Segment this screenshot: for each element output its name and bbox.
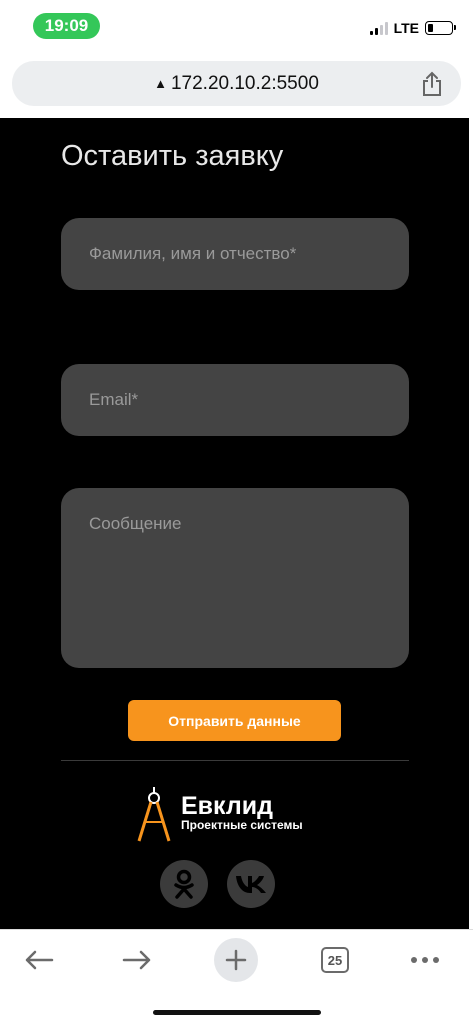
new-tab-button[interactable] <box>214 938 258 982</box>
status-time: 19:09 <box>33 13 100 39</box>
forward-button[interactable] <box>120 942 154 978</box>
browser-toolbar: 25 <box>0 929 473 1024</box>
warning-icon: ▲ <box>154 76 167 91</box>
odnoklassniki-button[interactable] <box>160 860 208 908</box>
vk-icon <box>236 876 266 893</box>
vk-button[interactable] <box>227 860 275 908</box>
compass-logo-icon <box>137 787 171 842</box>
share-icon[interactable] <box>421 71 443 97</box>
back-button[interactable] <box>22 942 56 978</box>
page-content: Оставить заявку Фамилия, имя и отчество*… <box>0 118 469 929</box>
submit-button[interactable]: Отправить данные <box>128 700 341 741</box>
full-name-placeholder: Фамилия, имя и отчество* <box>89 244 297 263</box>
footer-logo[interactable]: Евклид Проектные системы <box>136 786 336 846</box>
arrow-right-icon <box>122 950 151 970</box>
more-button[interactable] <box>408 942 442 978</box>
footer-divider <box>61 760 409 761</box>
message-textarea[interactable]: Сообщение <box>61 488 409 668</box>
signal-icon <box>369 21 388 35</box>
plus-icon <box>225 949 247 971</box>
brand-name: Евклид <box>181 792 273 820</box>
battery-icon <box>425 21 456 35</box>
brand-tagline: Проектные системы <box>181 818 303 832</box>
form-title: Оставить заявку <box>61 140 284 172</box>
status-indicators: LTE <box>369 20 456 36</box>
email-input[interactable]: Email* <box>61 364 409 436</box>
url-text: 172.20.10.2:5500 <box>170 72 319 94</box>
email-placeholder: Email* <box>89 390 139 409</box>
message-placeholder: Сообщение <box>89 514 182 533</box>
tabs-button[interactable]: 25 <box>320 942 350 978</box>
more-dots-icon <box>411 957 439 963</box>
status-bar: 19:09 LTE <box>0 0 473 56</box>
address-bar[interactable]: ▲ 172.20.10.2:5500 <box>12 61 461 106</box>
arrow-left-icon <box>25 950 54 970</box>
full-name-input[interactable]: Фамилия, имя и отчество* <box>61 218 409 290</box>
tab-count: 25 <box>321 947 349 973</box>
home-indicator <box>153 1010 321 1015</box>
url-display[interactable]: ▲ 172.20.10.2:5500 <box>154 73 319 95</box>
network-type: LTE <box>393 20 419 36</box>
odnoklassniki-icon <box>174 869 194 899</box>
